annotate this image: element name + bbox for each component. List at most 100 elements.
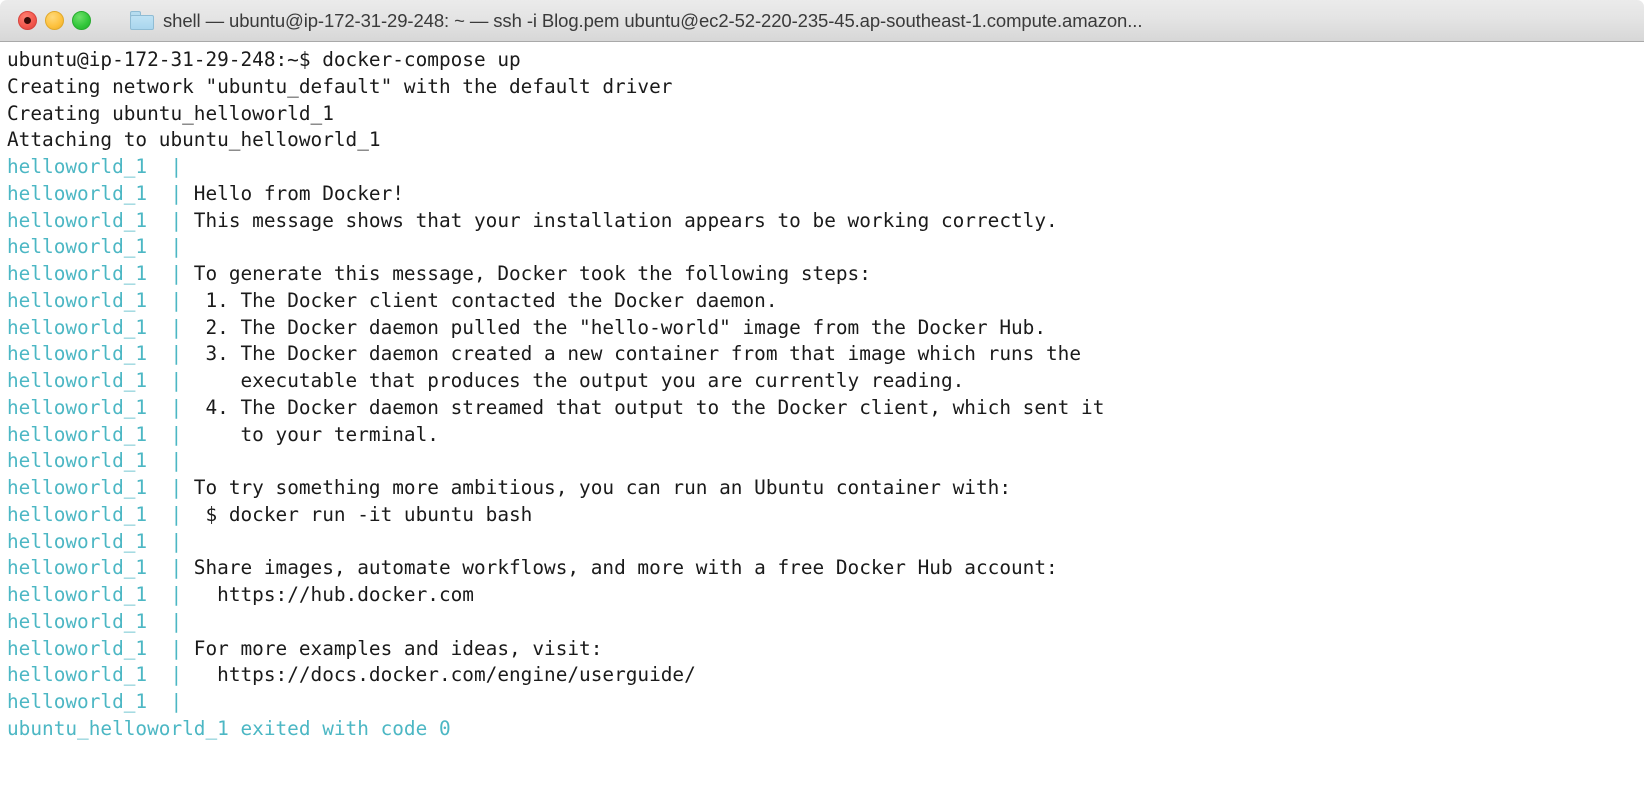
terminal-window: shell — ubuntu@ip-172-31-29-248: ~ — ssh…: [0, 0, 1644, 788]
shell-prompt: ubuntu@ip-172-31-29-248:~$: [7, 48, 323, 71]
log-message-text: https://hub.docker.com: [193, 583, 474, 606]
log-pipe-separator: |: [147, 369, 194, 392]
window-titlebar[interactable]: shell — ubuntu@ip-172-31-29-248: ~ — ssh…: [0, 0, 1644, 42]
terminal-line: helloworld_1 |: [7, 609, 1644, 636]
terminal-line: helloworld_1 | https://hub.docker.com: [7, 582, 1644, 609]
container-name-label: helloworld_1: [7, 235, 148, 259]
container-name-label: helloworld_1: [7, 609, 148, 633]
container-name-label: helloworld_1: [7, 663, 148, 687]
log-pipe-separator: |: [147, 342, 194, 366]
log-pipe-separator: |: [147, 155, 194, 178]
terminal-line: helloworld_1 |: [7, 234, 1644, 261]
container-name-label: helloworld_1: [7, 636, 148, 660]
terminal-line: helloworld_1 |: [7, 448, 1644, 475]
log-pipe-separator: |: [147, 181, 194, 205]
container-name-label: helloworld_1: [7, 288, 148, 312]
container-name-label: helloworld_1: [7, 556, 148, 580]
container-name-label: helloworld_1: [7, 315, 148, 339]
log-pipe-separator: |: [147, 315, 194, 339]
container-name-label: helloworld_1: [7, 690, 148, 713]
log-message-text: executable that produces the output you …: [193, 369, 965, 392]
exit-status-text: ubuntu_helloworld_1 exited with code 0: [7, 716, 451, 740]
terminal-line: helloworld_1 |: [7, 529, 1644, 556]
log-message-text: This message shows that your installatio…: [193, 208, 1058, 232]
minimize-window-button[interactable]: [45, 11, 64, 30]
window-title: shell — ubuntu@ip-172-31-29-248: ~ — ssh…: [163, 9, 1143, 31]
log-pipe-separator: |: [147, 476, 194, 499]
log-message-text: 1. The Docker client contacted the Docke…: [193, 288, 778, 312]
container-name-label: helloworld_1: [7, 422, 148, 446]
terminal-line: helloworld_1 | This message shows that y…: [7, 208, 1644, 235]
terminal-line: ubuntu_helloworld_1 exited with code 0: [7, 716, 1644, 743]
log-pipe-separator: |: [147, 690, 194, 713]
terminal-line: helloworld_1 | $ docker run -it ubuntu b…: [7, 502, 1644, 529]
terminal-line: Creating network "ubuntu_default" with t…: [7, 74, 1644, 101]
shell-command: docker-compose up: [322, 48, 521, 71]
close-window-button[interactable]: [18, 11, 37, 30]
log-pipe-separator: |: [147, 583, 194, 606]
log-pipe-separator: |: [147, 208, 194, 232]
terminal-line: Attaching to ubuntu_helloworld_1: [7, 127, 1644, 154]
terminal-line: helloworld_1 | https://docs.docker.com/e…: [7, 662, 1644, 689]
log-message-text: Share images, automate workflows, and mo…: [193, 556, 1058, 580]
container-name-label: helloworld_1: [7, 181, 148, 205]
folder-icon: [130, 11, 154, 30]
terminal-line: helloworld_1 |: [7, 689, 1644, 716]
container-name-label: helloworld_1: [7, 449, 148, 473]
terminal-line: helloworld_1 | Hello from Docker!: [7, 181, 1644, 208]
terminal-line-list: ubuntu@ip-172-31-29-248:~$ docker-compos…: [7, 47, 1644, 743]
log-message-text: https://docs.docker.com/engine/userguide…: [193, 663, 696, 687]
terminal-line: helloworld_1 | Share images, automate wo…: [7, 555, 1644, 582]
terminal-line: helloworld_1 | 3. The Docker daemon crea…: [7, 341, 1644, 368]
container-name-label: helloworld_1: [7, 395, 148, 419]
container-name-label: helloworld_1: [7, 155, 148, 178]
log-pipe-separator: |: [147, 609, 194, 633]
terminal-line: helloworld_1 | 4. The Docker daemon stre…: [7, 395, 1644, 422]
terminal-line: helloworld_1 | 2. The Docker daemon pull…: [7, 315, 1644, 342]
terminal-line: helloworld_1 | 1. The Docker client cont…: [7, 288, 1644, 315]
container-name-label: helloworld_1: [7, 369, 148, 392]
log-message-text: For more examples and ideas, visit:: [193, 636, 603, 660]
terminal-line: helloworld_1 | To try something more amb…: [7, 475, 1644, 502]
log-message-text: to your terminal.: [193, 422, 439, 446]
log-pipe-separator: |: [147, 556, 194, 580]
output-text: Creating network "ubuntu_default" with t…: [7, 74, 673, 98]
log-pipe-separator: |: [147, 529, 194, 553]
log-pipe-separator: |: [147, 449, 194, 473]
maximize-window-button[interactable]: [72, 11, 91, 30]
terminal-line: helloworld_1 | executable that produces …: [7, 368, 1644, 395]
log-pipe-separator: |: [147, 422, 194, 446]
output-text: Attaching to ubuntu_helloworld_1: [7, 128, 381, 152]
log-pipe-separator: |: [147, 288, 194, 312]
terminal-line: helloworld_1 | To generate this message,…: [7, 261, 1644, 288]
log-pipe-separator: |: [147, 636, 194, 660]
container-name-label: helloworld_1: [7, 208, 148, 232]
terminal-line: helloworld_1 | to your terminal.: [7, 422, 1644, 449]
terminal-line: Creating ubuntu_helloworld_1: [7, 101, 1644, 128]
container-name-label: helloworld_1: [7, 502, 148, 526]
log-message-text: To try something more ambitious, you can…: [193, 476, 1011, 499]
log-message-text: 4. The Docker daemon streamed that outpu…: [193, 395, 1105, 419]
container-name-label: helloworld_1: [7, 476, 148, 499]
output-text: Creating ubuntu_helloworld_1: [7, 101, 334, 125]
log-pipe-separator: |: [147, 235, 194, 259]
log-message-text: To generate this message, Docker took th…: [193, 262, 871, 285]
log-pipe-separator: |: [147, 663, 194, 687]
terminal-line: ubuntu@ip-172-31-29-248:~$ docker-compos…: [7, 47, 1644, 74]
log-message-text: $ docker run -it ubuntu bash: [193, 502, 533, 526]
terminal-line: helloworld_1 |: [7, 154, 1644, 181]
terminal-output[interactable]: ubuntu@ip-172-31-29-248:~$ docker-compos…: [0, 42, 1644, 788]
container-name-label: helloworld_1: [7, 342, 148, 366]
log-message-text: Hello from Docker!: [193, 181, 404, 205]
window-title-area: shell — ubuntu@ip-172-31-29-248: ~ — ssh…: [0, 0, 1644, 41]
log-message-text: 3. The Docker daemon created a new conta…: [193, 342, 1082, 366]
log-pipe-separator: |: [147, 502, 194, 526]
container-name-label: helloworld_1: [7, 529, 148, 553]
log-pipe-separator: |: [147, 395, 194, 419]
terminal-line: helloworld_1 | For more examples and ide…: [7, 636, 1644, 663]
container-name-label: helloworld_1: [7, 583, 148, 606]
traffic-light-group: [18, 11, 91, 30]
log-message-text: 2. The Docker daemon pulled the "hello-w…: [193, 315, 1047, 339]
container-name-label: helloworld_1: [7, 262, 148, 285]
log-pipe-separator: |: [147, 262, 194, 285]
